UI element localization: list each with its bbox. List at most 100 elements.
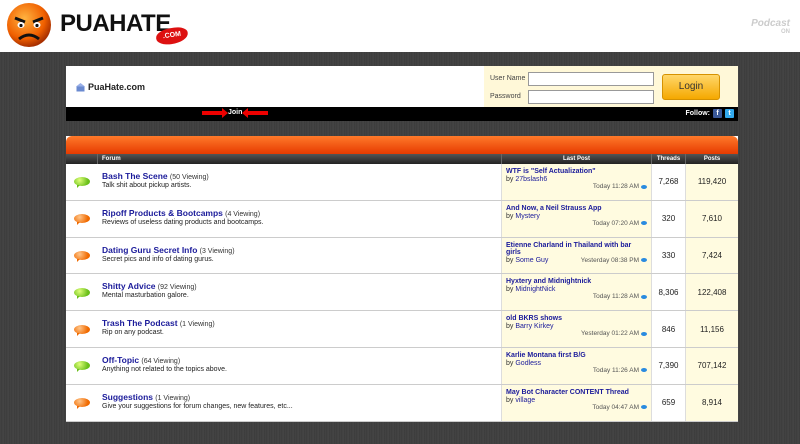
forum-status-bubble-icon bbox=[74, 177, 90, 189]
forum-title-link[interactable]: Dating Guru Secret Info bbox=[102, 245, 197, 255]
last-post-user-link[interactable]: Some Guy bbox=[515, 257, 548, 264]
last-post-cell: And Now, a Neil Strauss App by Mystery T… bbox=[502, 200, 652, 237]
forum-cell: Bash The Scene (50 Viewing) Talk shit ab… bbox=[98, 164, 502, 200]
threads-count: 846 bbox=[652, 311, 686, 347]
forum-description: Give your suggestions for forum changes,… bbox=[102, 402, 293, 410]
last-post-title-link[interactable]: May Bot Character CONTENT Thread bbox=[506, 389, 647, 396]
last-post-user-link[interactable]: village bbox=[515, 397, 535, 404]
forum-status-bubble-icon bbox=[74, 324, 90, 336]
forum-title-link[interactable]: Suggestions bbox=[102, 392, 153, 402]
forum-status-bubble-icon bbox=[74, 361, 90, 373]
go-to-last-post-icon[interactable] bbox=[641, 294, 647, 299]
status-cell bbox=[66, 385, 98, 421]
threads-count: 7,268 bbox=[652, 164, 686, 200]
facebook-icon[interactable]: f bbox=[713, 109, 722, 118]
go-to-last-post-icon[interactable] bbox=[641, 184, 647, 189]
last-post-title-link[interactable]: Hyxtery and Midnightnick bbox=[506, 278, 647, 285]
username-input[interactable] bbox=[528, 72, 654, 86]
podcast-badge[interactable]: Podcast ON bbox=[751, 18, 790, 35]
forum-table-header-bar bbox=[66, 136, 738, 154]
twitter-icon[interactable]: t bbox=[725, 109, 734, 118]
last-post-by-label: by bbox=[506, 286, 514, 294]
last-post-user-link[interactable]: Barry Kirkey bbox=[515, 323, 553, 330]
forum-title-link[interactable]: Off-Topic bbox=[102, 355, 139, 365]
forum-title-link[interactable]: Ripoff Products & Bootcamps bbox=[102, 208, 223, 218]
go-to-last-post-icon[interactable] bbox=[641, 368, 647, 373]
last-post-cell: old BKRS shows by Barry Kirkey Yesterday… bbox=[502, 311, 652, 347]
angry-face-logo-icon[interactable] bbox=[5, 1, 53, 49]
last-post-user-link[interactable]: Mystery bbox=[515, 213, 540, 220]
last-post-title-link[interactable]: Etienne Charland in Thailand with bar gi… bbox=[506, 242, 647, 256]
login-button[interactable]: Login bbox=[662, 74, 720, 100]
posts-count: 7,424 bbox=[686, 237, 738, 274]
viewing-count: (3 Viewing) bbox=[199, 247, 235, 255]
last-post-title-link[interactable]: old BKRS shows bbox=[506, 315, 647, 322]
site-logo-text[interactable]: PUAHATE bbox=[60, 10, 171, 38]
forum-cell: Suggestions (1 Viewing) Give your sugges… bbox=[98, 384, 502, 421]
last-post-title-link[interactable]: WTF is "Self Actualization" bbox=[506, 168, 647, 175]
last-post-by-label: by bbox=[506, 396, 514, 404]
table-column-headers: Forum Last Post Threads Posts bbox=[66, 154, 738, 164]
last-post-by-label: by bbox=[506, 212, 514, 220]
last-post-user-link[interactable]: MidnightNick bbox=[515, 286, 555, 293]
table-row: Bash The Scene (50 Viewing) Talk shit ab… bbox=[66, 164, 738, 201]
forum-cell: Trash The Podcast (1 Viewing) Rip on any… bbox=[98, 311, 502, 347]
last-post-time: Yesterday 08:38 PM bbox=[581, 257, 647, 264]
last-post-time: Today 04:47 AM bbox=[592, 404, 647, 411]
viewing-count: (50 Viewing) bbox=[169, 174, 209, 181]
nav-strip: Join Follow: f t bbox=[66, 107, 738, 121]
last-post-author: by Mystery bbox=[506, 213, 647, 220]
password-input[interactable] bbox=[528, 90, 654, 104]
threads-count: 330 bbox=[652, 237, 686, 274]
last-post-time: Today 11:26 AM bbox=[593, 367, 647, 374]
forum-title-link[interactable]: Trash The Podcast bbox=[102, 318, 178, 328]
last-post-user-link[interactable]: 27bslash6 bbox=[515, 176, 547, 183]
column-status bbox=[66, 154, 98, 164]
go-to-last-post-icon[interactable] bbox=[641, 405, 647, 410]
status-cell bbox=[66, 311, 98, 347]
podcast-badge-label: Podcast bbox=[751, 18, 790, 29]
forum-description: Rip on any podcast. bbox=[102, 329, 164, 337]
site-name: PuaHate.com bbox=[88, 82, 146, 92]
go-to-last-post-icon[interactable] bbox=[641, 221, 647, 226]
forum-status-bubble-icon bbox=[74, 250, 90, 262]
follow-group: Follow: f t bbox=[685, 109, 734, 118]
threads-count: 320 bbox=[652, 200, 686, 237]
site-home-link[interactable]: PuaHate.com bbox=[76, 82, 145, 92]
forum-status-bubble-icon bbox=[74, 287, 90, 299]
last-post-title-link[interactable]: Karlie Montana first B/G bbox=[506, 352, 647, 359]
last-post-timestamp: Today 04:47 AM bbox=[592, 403, 639, 411]
forum-title-link[interactable]: Bash The Scene bbox=[102, 171, 168, 181]
table-row: Shitty Advice (92 Viewing) Mental mastur… bbox=[66, 274, 738, 312]
forum-description: Secret pics and info of dating gurus. bbox=[102, 255, 214, 263]
last-post-user-link[interactable]: Godless bbox=[515, 360, 541, 367]
forum-title-link[interactable]: Shitty Advice bbox=[102, 281, 156, 291]
last-post-timestamp: Today 11:26 AM bbox=[592, 366, 639, 374]
threads-count: 7,390 bbox=[652, 347, 686, 384]
login-form: User Name Password Login bbox=[484, 66, 738, 108]
posts-count: 7,610 bbox=[686, 200, 738, 237]
last-post-author: by Barry Kirkey bbox=[506, 323, 647, 330]
home-icon bbox=[76, 82, 85, 91]
last-post-cell: WTF is "Self Actualization" by 27bslash6… bbox=[502, 164, 652, 200]
viewing-count: (92 Viewing) bbox=[157, 284, 197, 292]
table-row: Ripoff Products & Bootcamps (4 Viewing) … bbox=[66, 200, 738, 238]
status-cell bbox=[66, 201, 98, 237]
podcast-badge-small: ON bbox=[781, 29, 790, 35]
forum-status-bubble-icon bbox=[74, 398, 90, 410]
join-group: Join bbox=[202, 107, 269, 118]
viewing-count: (4 Viewing) bbox=[225, 210, 261, 218]
login-bar: PuaHate.com User Name Password Login bbox=[66, 66, 738, 108]
go-to-last-post-icon[interactable] bbox=[641, 331, 647, 336]
last-post-author: by village bbox=[506, 397, 647, 404]
forum-rows: Bash The Scene (50 Viewing) Talk shit ab… bbox=[66, 164, 738, 422]
last-post-time: Today 11:28 AM bbox=[593, 293, 647, 300]
site-header: PUAHATE .COM Podcast ON bbox=[0, 0, 800, 52]
last-post-cell: Etienne Charland in Thailand with bar gi… bbox=[502, 237, 652, 274]
follow-label: Follow: bbox=[685, 110, 711, 117]
status-cell bbox=[66, 164, 98, 200]
table-row: Suggestions (1 Viewing) Give your sugges… bbox=[66, 384, 738, 422]
go-to-last-post-icon[interactable] bbox=[641, 258, 647, 263]
last-post-timestamp: Today 07:20 AM bbox=[592, 219, 639, 227]
last-post-title-link[interactable]: And Now, a Neil Strauss App bbox=[506, 205, 647, 212]
